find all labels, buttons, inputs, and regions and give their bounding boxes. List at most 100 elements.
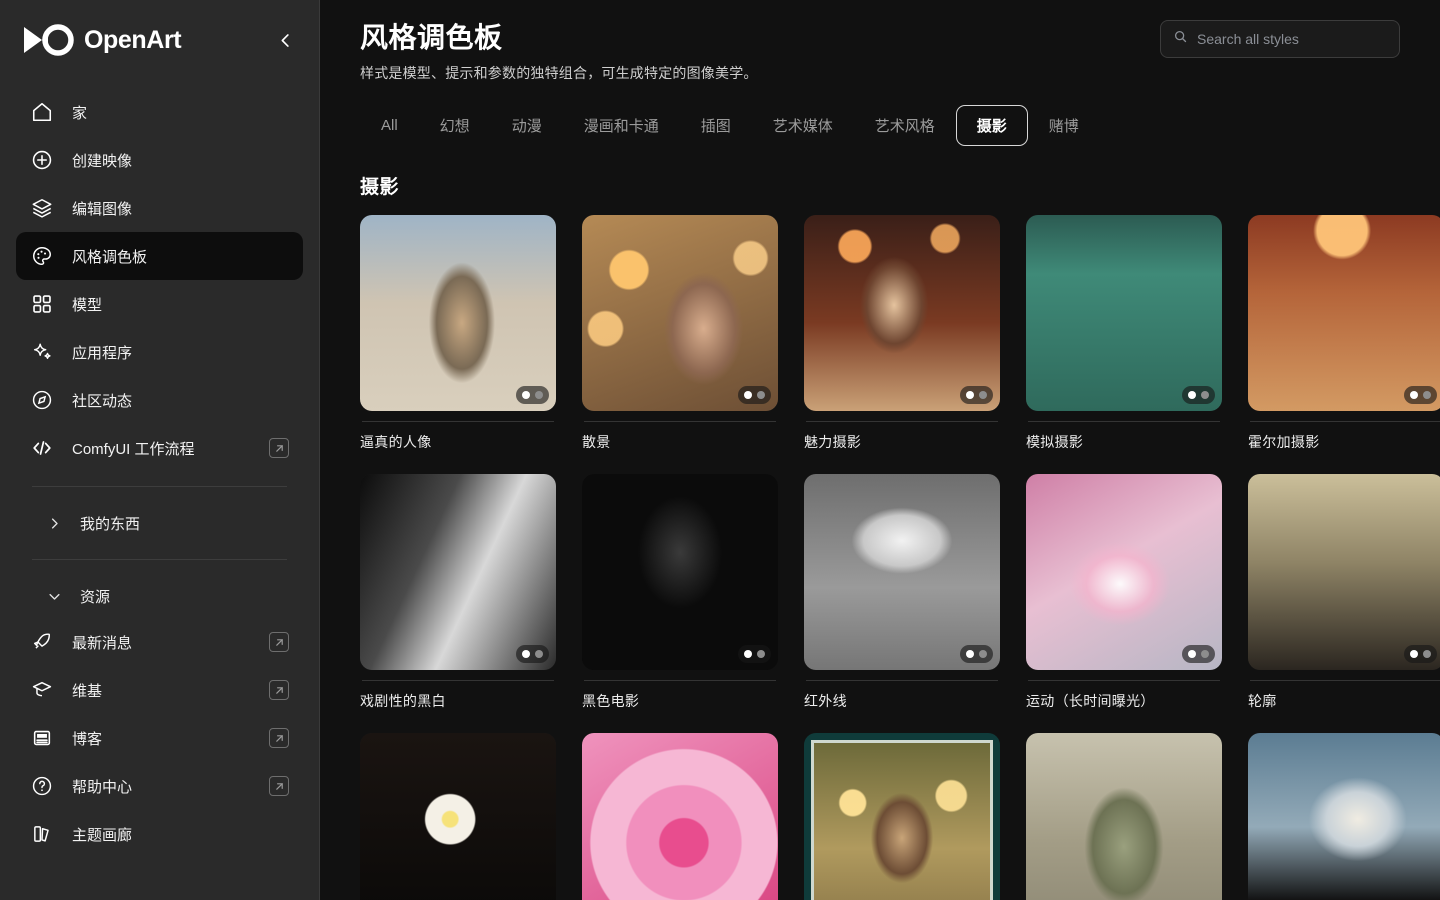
style-card[interactable] <box>804 733 1000 900</box>
card-thumbnail[interactable] <box>1248 733 1440 900</box>
card-thumbnail[interactable] <box>1026 215 1222 411</box>
style-card[interactable] <box>582 733 778 900</box>
sidebar-item-home[interactable]: 家 <box>16 88 303 136</box>
sidebar-item-label: 最新消息 <box>72 634 133 652</box>
carousel-dots[interactable] <box>738 645 771 663</box>
carousel-dots[interactable] <box>1182 386 1215 404</box>
sidebar-item-edit-image[interactable]: 编辑图像 <box>16 184 303 232</box>
sidebar-collapse-button[interactable] <box>271 26 299 54</box>
card-thumbnail[interactable] <box>582 215 778 411</box>
tab-comics-cartoon[interactable]: 漫画和卡通 <box>563 105 680 146</box>
sidebar-item-whats-new[interactable]: 最新消息 <box>16 618 303 666</box>
card-separator <box>806 421 998 422</box>
carousel-dot[interactable] <box>744 650 752 658</box>
tab-fantasy[interactable]: 幻想 <box>419 105 491 146</box>
carousel-dot[interactable] <box>1188 650 1196 658</box>
style-card[interactable]: 红外线 <box>804 474 1000 711</box>
style-card[interactable]: 戏剧性的黑白 <box>360 474 556 711</box>
tab-all[interactable]: All <box>360 107 419 144</box>
card-thumbnail[interactable] <box>1026 474 1222 670</box>
carousel-dot[interactable] <box>966 391 974 399</box>
sidebar-item-help-center[interactable]: 帮助中心 <box>16 762 303 810</box>
carousel-dots[interactable] <box>1182 645 1215 663</box>
carousel-dot[interactable] <box>522 391 530 399</box>
carousel-dot[interactable] <box>1201 650 1209 658</box>
carousel-dot[interactable] <box>757 391 765 399</box>
carousel-dots[interactable] <box>1404 386 1437 404</box>
card-thumbnail[interactable] <box>360 733 556 900</box>
carousel-dot[interactable] <box>1410 391 1418 399</box>
sidebar-item-comfyui-workflow[interactable]: ComfyUI 工作流程 <box>16 424 303 472</box>
style-card[interactable]: 魅力摄影 <box>804 215 1000 452</box>
style-card[interactable] <box>1026 733 1222 900</box>
card-separator <box>806 680 998 681</box>
sidebar-item-create-image[interactable]: 创建映像 <box>16 136 303 184</box>
carousel-dot[interactable] <box>535 391 543 399</box>
style-card[interactable]: 模拟摄影 <box>1026 215 1222 452</box>
card-thumbnail[interactable] <box>1248 215 1440 411</box>
carousel-dot[interactable] <box>744 391 752 399</box>
carousel-dots[interactable] <box>960 386 993 404</box>
carousel-dot[interactable] <box>757 650 765 658</box>
carousel-dot[interactable] <box>1423 391 1431 399</box>
style-card[interactable]: 黑色电影 <box>582 474 778 711</box>
question-circle-icon <box>30 774 54 798</box>
thumbnail-art <box>1248 215 1440 411</box>
card-thumbnail[interactable] <box>360 215 556 411</box>
style-card[interactable]: 轮廓 <box>1248 474 1440 711</box>
carousel-dot[interactable] <box>979 650 987 658</box>
style-card[interactable] <box>360 733 556 900</box>
card-label: 模拟摄影 <box>1026 434 1084 450</box>
carousel-dots[interactable] <box>1404 645 1437 663</box>
card-thumbnail[interactable] <box>1248 474 1440 670</box>
tab-art-media[interactable]: 艺术媒体 <box>752 105 854 146</box>
style-card[interactable] <box>1248 733 1440 900</box>
sidebar-group-resources[interactable]: 资源 <box>16 574 303 618</box>
carousel-dot[interactable] <box>979 391 987 399</box>
thumbnail-art <box>1026 474 1222 670</box>
style-card[interactable]: 散景 <box>582 215 778 452</box>
graduation-cap-icon <box>30 678 54 702</box>
tab-illustration[interactable]: 插图 <box>680 105 752 146</box>
sidebar-group-my-stuff[interactable]: 我的东西 <box>16 501 303 545</box>
carousel-dot[interactable] <box>966 650 974 658</box>
sidebar-item-wiki[interactable]: 维基 <box>16 666 303 714</box>
sidebar-item-style-palette[interactable]: 风格调色板 <box>16 232 303 280</box>
card-thumbnail[interactable] <box>804 215 1000 411</box>
carousel-dot[interactable] <box>1423 650 1431 658</box>
style-card[interactable]: 霍尔加摄影 <box>1248 215 1440 452</box>
card-thumbnail[interactable] <box>804 474 1000 670</box>
tab-photography[interactable]: 摄影 <box>955 105 1028 146</box>
tab-anime[interactable]: 动漫 <box>491 105 563 146</box>
sidebar-item-blog[interactable]: 博客 <box>16 714 303 762</box>
card-thumbnail[interactable] <box>582 733 778 900</box>
carousel-dot[interactable] <box>535 650 543 658</box>
carousel-dots[interactable] <box>738 386 771 404</box>
sidebar-item-apps[interactable]: 应用程序 <box>16 328 303 376</box>
sidebar-item-models[interactable]: 模型 <box>16 280 303 328</box>
carousel-dot[interactable] <box>1188 391 1196 399</box>
card-thumbnail[interactable] <box>1026 733 1222 900</box>
carousel-dots[interactable] <box>516 386 549 404</box>
plus-circle-icon <box>30 148 54 172</box>
sidebar-item-community-feed[interactable]: 社区动态 <box>16 376 303 424</box>
tab-gambling[interactable]: 赌博 <box>1028 105 1100 146</box>
brand-name: OpenArt <box>84 25 182 54</box>
carousel-dot[interactable] <box>1201 391 1209 399</box>
main-content: 风格调色板 样式是模型、提示和参数的独特组合，可生成特定的图像美学。 Searc… <box>320 0 1440 900</box>
style-card[interactable]: 逼真的人像 <box>360 215 556 452</box>
carousel-dot[interactable] <box>1410 650 1418 658</box>
carousel-dot[interactable] <box>522 650 530 658</box>
carousel-dots[interactable] <box>516 645 549 663</box>
search-placeholder: Search all styles <box>1197 31 1299 47</box>
search-input[interactable]: Search all styles <box>1160 20 1400 58</box>
external-link-icon <box>269 680 289 700</box>
card-thumbnail[interactable] <box>360 474 556 670</box>
tab-art-style[interactable]: 艺术风格 <box>854 105 956 146</box>
card-thumbnail[interactable] <box>582 474 778 670</box>
sidebar-item-theme-gallery[interactable]: 主题画廊 <box>16 810 303 858</box>
category-tabs: All 幻想 动漫 漫画和卡通 插图 艺术媒体 艺术风格 摄影 赌博 <box>320 83 1440 146</box>
style-card[interactable]: 运动（长时间曝光） <box>1026 474 1222 711</box>
card-thumbnail[interactable] <box>804 733 1000 900</box>
carousel-dots[interactable] <box>960 645 993 663</box>
